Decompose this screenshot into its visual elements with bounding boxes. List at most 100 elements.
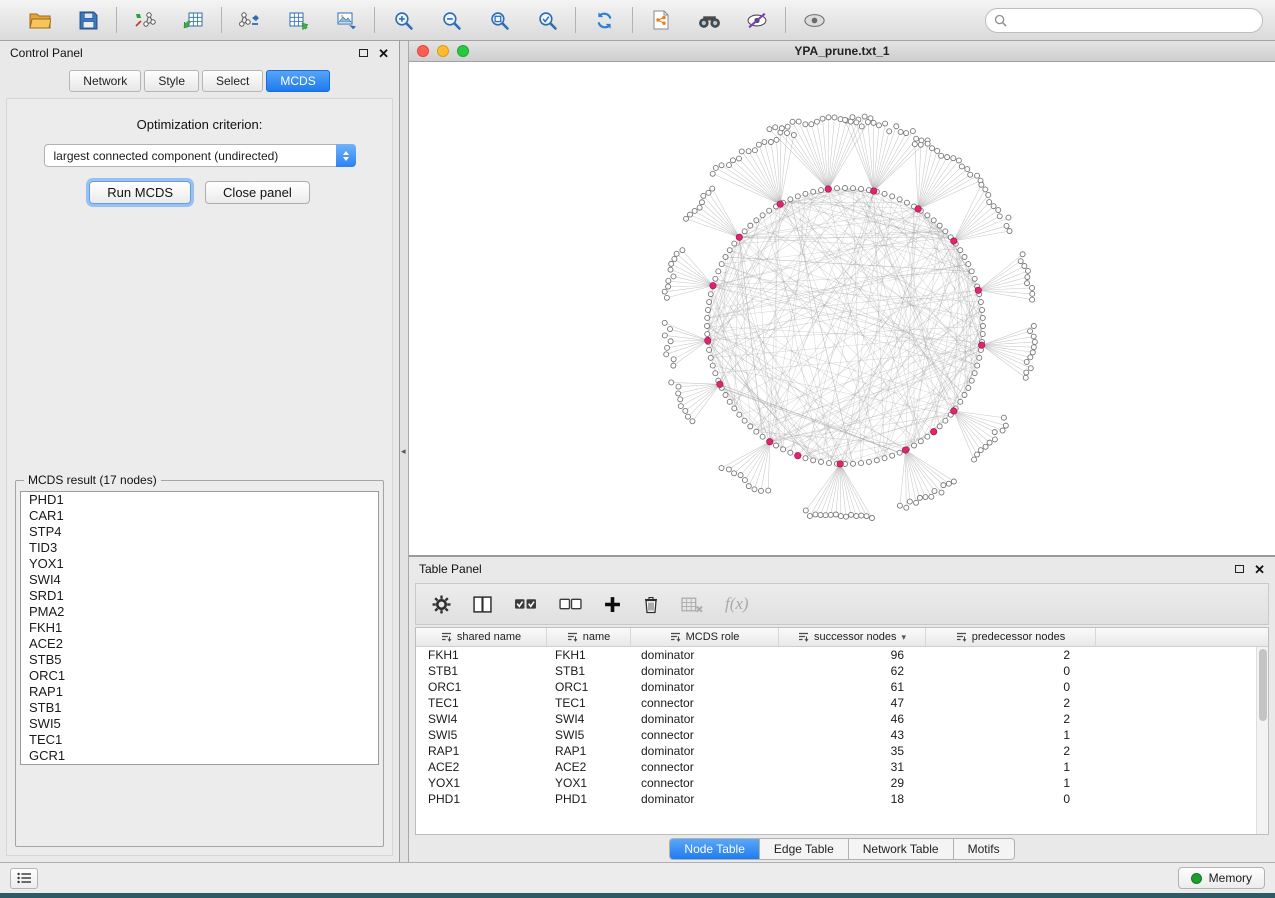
export-document-button[interactable] (645, 5, 677, 35)
column-header-shared-name[interactable]: shared name (416, 628, 547, 646)
search-network-button[interactable] (693, 5, 725, 35)
apply-layout-button[interactable] (588, 5, 620, 35)
add-column-button[interactable] (604, 596, 621, 613)
table-row[interactable]: TEC1TEC1connector472 (416, 695, 1268, 711)
table-cell: dominator (631, 792, 779, 806)
eye-slash-icon (746, 12, 769, 29)
save-session-button[interactable] (72, 5, 104, 35)
import-network-button[interactable] (129, 5, 161, 35)
run-mcds-button[interactable]: Run MCDS (89, 181, 191, 204)
criterion-dropdown[interactable]: largest connected component (undirected) (44, 144, 356, 167)
table-settings-button[interactable] (432, 595, 451, 614)
table-row[interactable]: ACE2ACE2connector311 (416, 759, 1268, 775)
share-document-icon (652, 10, 670, 30)
table-row[interactable]: RAP1RAP1dominator352 (416, 743, 1268, 759)
column-header-predecessor-nodes[interactable]: predecessor nodes (926, 628, 1096, 646)
search-input[interactable] (1012, 13, 1254, 27)
table-row[interactable]: YOX1YOX1connector291 (416, 775, 1268, 791)
table-row[interactable]: SWI4SWI4dominator462 (416, 711, 1268, 727)
task-history-button[interactable] (10, 868, 38, 889)
tab-motifs[interactable]: Motifs (954, 839, 1014, 859)
tab-style[interactable]: Style (144, 70, 199, 92)
delete-table-icon (681, 596, 703, 613)
column-header-successor-nodes[interactable]: successor nodes▾ (779, 628, 926, 646)
zoom-out-button[interactable] (435, 5, 467, 35)
result-item[interactable]: TEC1 (21, 732, 378, 748)
select-all-icon (514, 598, 537, 611)
tab-mcds[interactable]: MCDS (266, 70, 329, 92)
result-item[interactable]: YOX1 (21, 556, 378, 572)
tab-edge-table[interactable]: Edge Table (760, 839, 849, 859)
close-window-icon[interactable] (417, 45, 429, 57)
open-folder-icon (29, 11, 51, 29)
panel-splitter[interactable]: ◂ (400, 41, 409, 862)
float-table-panel-icon[interactable] (1235, 565, 1244, 573)
result-item[interactable]: ACE2 (21, 636, 378, 652)
plus-icon (604, 596, 621, 613)
table-row[interactable]: ORC1ORC1dominator610 (416, 679, 1268, 695)
result-item[interactable]: STB1 (21, 700, 378, 716)
tab-node-table[interactable]: Node Table (670, 839, 760, 859)
export-image-button[interactable] (330, 5, 362, 35)
result-item[interactable]: PMA2 (21, 604, 378, 620)
minimize-window-icon[interactable] (437, 45, 449, 57)
result-item[interactable]: SWI4 (21, 572, 378, 588)
zoom-selected-button[interactable] (531, 5, 563, 35)
result-item[interactable]: FKH1 (21, 620, 378, 636)
refresh-group (576, 5, 632, 35)
table-cell: YOX1 (416, 776, 547, 790)
mcds-result-list[interactable]: PHD1CAR1STP4TID3YOX1SWI4SRD1PMA2FKH1ACE2… (20, 491, 379, 765)
tab-network-table[interactable]: Network Table (849, 839, 954, 859)
network-titlebar[interactable]: YPA_prune.txt_1 (409, 41, 1275, 62)
result-item[interactable]: SWI5 (21, 716, 378, 732)
export-network-button[interactable] (234, 5, 266, 35)
table-cell: SWI5 (416, 728, 547, 742)
function-builder-button[interactable]: f(x) (725, 594, 749, 614)
table-row[interactable]: PHD1PHD1dominator180 (416, 791, 1268, 807)
float-panel-icon[interactable] (359, 49, 368, 57)
network-graph[interactable] (409, 62, 1275, 555)
table-row[interactable]: SWI5SWI5connector431 (416, 727, 1268, 743)
result-item[interactable]: ORC1 (21, 668, 378, 684)
tab-select[interactable]: Select (202, 70, 263, 92)
delete-table-button[interactable] (681, 596, 703, 613)
column-header-MCDS-role[interactable]: MCDS role (631, 628, 779, 646)
hide-annotations-button[interactable] (741, 5, 773, 35)
table-row[interactable]: FKH1FKH1dominator962 (416, 647, 1268, 663)
result-item[interactable]: TID3 (21, 540, 378, 556)
result-item[interactable]: CAR1 (21, 508, 378, 524)
deselect-all-button[interactable] (559, 598, 582, 611)
close-panel-icon[interactable]: ✕ (378, 47, 389, 60)
zoom-fit-button[interactable] (483, 5, 515, 35)
result-item[interactable]: STB5 (21, 652, 378, 668)
delete-column-button[interactable] (643, 595, 659, 614)
memory-button[interactable]: Memory (1178, 867, 1265, 889)
import-network-icon (134, 10, 156, 30)
select-all-button[interactable] (514, 598, 537, 611)
import-table-button[interactable] (177, 5, 209, 35)
close-table-panel-icon[interactable]: ✕ (1254, 563, 1265, 576)
result-item[interactable]: STP4 (21, 524, 378, 540)
node-table-header: shared namenameMCDS rolesuccessor nodes▾… (416, 628, 1268, 647)
result-item[interactable]: SRD1 (21, 588, 378, 604)
result-item[interactable]: GCR1 (21, 748, 378, 764)
result-item[interactable]: PHD1 (21, 492, 378, 508)
network-canvas[interactable] (409, 62, 1275, 555)
maximize-window-icon[interactable] (457, 45, 469, 57)
eye-icon (803, 13, 826, 28)
table-row[interactable]: STB1STB1dominator620 (416, 663, 1268, 679)
export-table-button[interactable] (282, 5, 314, 35)
table-scrollbar[interactable] (1256, 647, 1268, 834)
tab-network[interactable]: Network (69, 70, 141, 92)
column-header-name[interactable]: name (547, 628, 631, 646)
table-scrollbar-thumb[interactable] (1259, 649, 1267, 721)
open-file-button[interactable] (24, 5, 56, 35)
close-panel-button[interactable]: Close panel (205, 181, 310, 204)
table-cell: 0 (926, 680, 1096, 694)
show-columns-button[interactable] (473, 596, 492, 613)
show-graphics-button[interactable] (798, 5, 830, 35)
view-group (633, 5, 785, 35)
zoom-in-button[interactable] (387, 5, 419, 35)
table-cell: dominator (631, 744, 779, 758)
result-item[interactable]: RAP1 (21, 684, 378, 700)
